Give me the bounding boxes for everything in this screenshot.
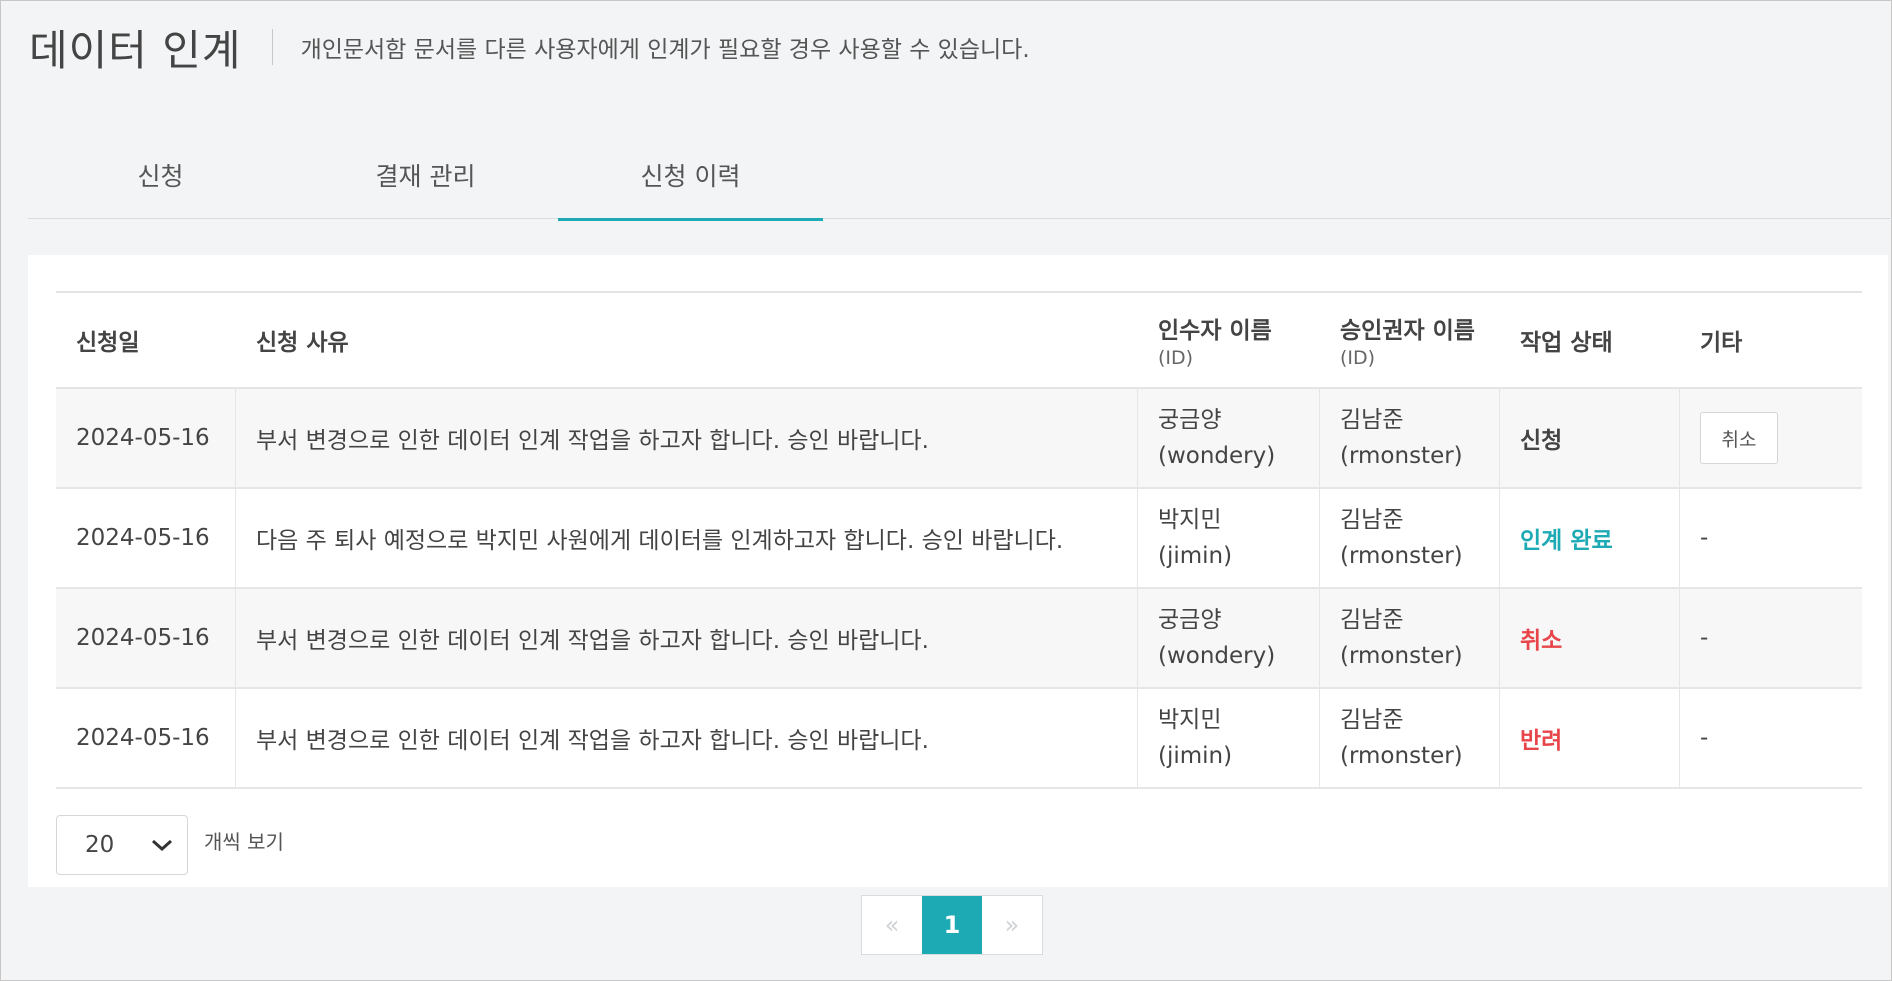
column-header-receiver: 인수자 이름 (ID): [1158, 318, 1272, 369]
prev-page-button[interactable]: «: [862, 896, 922, 954]
column-header-etc: 기타: [1700, 330, 1743, 356]
page-size-label: 개씩 보기: [204, 829, 284, 854]
tab-approval-management[interactable]: 결재 관리: [293, 131, 558, 219]
cell-approver: 김남준 (rmonster): [1320, 389, 1500, 487]
title-divider: [271, 29, 273, 65]
table-row: 2024-05-16 부서 변경으로 인한 데이터 인계 작업을 하고자 합니다…: [56, 689, 1862, 789]
column-header-reason: 신청 사유: [256, 330, 349, 356]
cell-reason: 부서 변경으로 인한 데이터 인계 작업을 하고자 합니다. 승인 바랍니다.: [236, 689, 1138, 787]
cell-date: 2024-05-16: [56, 589, 236, 687]
cell-date: 2024-05-16: [56, 689, 236, 787]
cell-date: 2024-05-16: [56, 389, 236, 487]
receiver-name: 궁금양: [1158, 407, 1222, 433]
page-title: 데이터 인계: [29, 25, 242, 75]
approver-name: 김남준: [1340, 607, 1404, 633]
cell-reason: 부서 변경으로 인한 데이터 인계 작업을 하고자 합니다. 승인 바랍니다.: [236, 389, 1138, 487]
table-row: 2024-05-16 부서 변경으로 인한 데이터 인계 작업을 하고자 합니다…: [56, 589, 1862, 689]
receiver-id: (wondery): [1158, 443, 1276, 469]
cell-status: 취소: [1500, 589, 1680, 687]
page-size-value: 20: [85, 832, 115, 858]
page-number-current[interactable]: 1: [922, 896, 982, 954]
cell-etc: -: [1700, 725, 1709, 751]
status-badge: 취소: [1520, 628, 1563, 654]
cell-date: 2024-05-16: [56, 489, 236, 587]
page-size-control: 20 개씩 보기: [56, 815, 284, 875]
next-page-button[interactable]: »: [982, 896, 1042, 954]
app-frame: 데이터 인계 개인문서함 문서를 다른 사용자에게 인계가 필요할 경우 사용할…: [0, 0, 1892, 981]
receiver-id: (wondery): [1158, 643, 1276, 669]
cell-etc: 취소: [1680, 389, 1862, 487]
cell-approver: 김남준 (rmonster): [1320, 589, 1500, 687]
cell-status: 반려: [1500, 689, 1680, 787]
history-table: 신청일 신청 사유 인수자 이름 (ID) 승인권자 이름 (ID) 작업 상태 기…: [56, 291, 1862, 789]
cell-etc: -: [1700, 625, 1709, 651]
cell-status: 인계 완료: [1500, 489, 1680, 587]
column-header-date: 신청일: [76, 330, 140, 356]
column-header-status: 작업 상태: [1520, 330, 1613, 356]
cell-receiver: 박지민 (jimin): [1138, 689, 1320, 787]
cell-status: 신청: [1500, 389, 1680, 487]
approver-name: 김남준: [1340, 507, 1404, 533]
tab-apply[interactable]: 신청: [28, 131, 293, 219]
status-badge: 인계 완료: [1520, 528, 1613, 554]
status-badge: 반려: [1520, 728, 1563, 754]
receiver-id: (jimin): [1158, 543, 1233, 569]
tab-bar: 신청 결재 관리 신청 이력: [28, 131, 1892, 221]
approver-name: 김남준: [1340, 407, 1404, 433]
approver-id: (rmonster): [1340, 443, 1463, 469]
cell-receiver: 궁금양 (wondery): [1138, 389, 1320, 487]
table-row: 2024-05-16 다음 주 퇴사 예정으로 박지민 사원에게 데이터를 인계…: [56, 489, 1862, 589]
approver-name: 김남준: [1340, 707, 1404, 733]
table-row: 2024-05-16 부서 변경으로 인한 데이터 인계 작업을 하고자 합니다…: [56, 389, 1862, 489]
cell-reason: 부서 변경으로 인한 데이터 인계 작업을 하고자 합니다. 승인 바랍니다.: [236, 589, 1138, 687]
approver-id: (rmonster): [1340, 543, 1463, 569]
receiver-name: 박지민: [1158, 507, 1222, 533]
page-header: 데이터 인계 개인문서함 문서를 다른 사용자에게 인계가 필요할 경우 사용할…: [29, 17, 1030, 77]
receiver-name: 박지민: [1158, 707, 1222, 733]
cell-approver: 김남준 (rmonster): [1320, 489, 1500, 587]
cell-approver: 김남준 (rmonster): [1320, 689, 1500, 787]
cancel-button[interactable]: 취소: [1700, 412, 1778, 464]
history-panel: 신청일 신청 사유 인수자 이름 (ID) 승인권자 이름 (ID) 작업 상태 기…: [28, 255, 1888, 887]
status-badge: 신청: [1520, 428, 1563, 454]
cell-receiver: 궁금양 (wondery): [1138, 589, 1320, 687]
tab-application-history[interactable]: 신청 이력: [558, 131, 823, 221]
page-size-select[interactable]: 20: [56, 815, 188, 875]
cell-reason: 다음 주 퇴사 예정으로 박지민 사원에게 데이터를 인계하고자 합니다. 승인…: [236, 489, 1138, 587]
cell-receiver: 박지민 (jimin): [1138, 489, 1320, 587]
column-header-approver: 승인권자 이름 (ID): [1340, 318, 1475, 369]
receiver-name: 궁금양: [1158, 607, 1222, 633]
approver-id: (rmonster): [1340, 643, 1463, 669]
pagination: « 1 »: [861, 895, 1043, 955]
page-description: 개인문서함 문서를 다른 사용자에게 인계가 필요할 경우 사용할 수 있습니다…: [300, 37, 1030, 63]
table-header: 신청일 신청 사유 인수자 이름 (ID) 승인권자 이름 (ID) 작업 상태 기…: [56, 293, 1862, 389]
receiver-id: (jimin): [1158, 743, 1233, 769]
approver-id: (rmonster): [1340, 743, 1463, 769]
chevron-down-icon: [152, 839, 172, 852]
cell-etc: -: [1700, 525, 1709, 551]
